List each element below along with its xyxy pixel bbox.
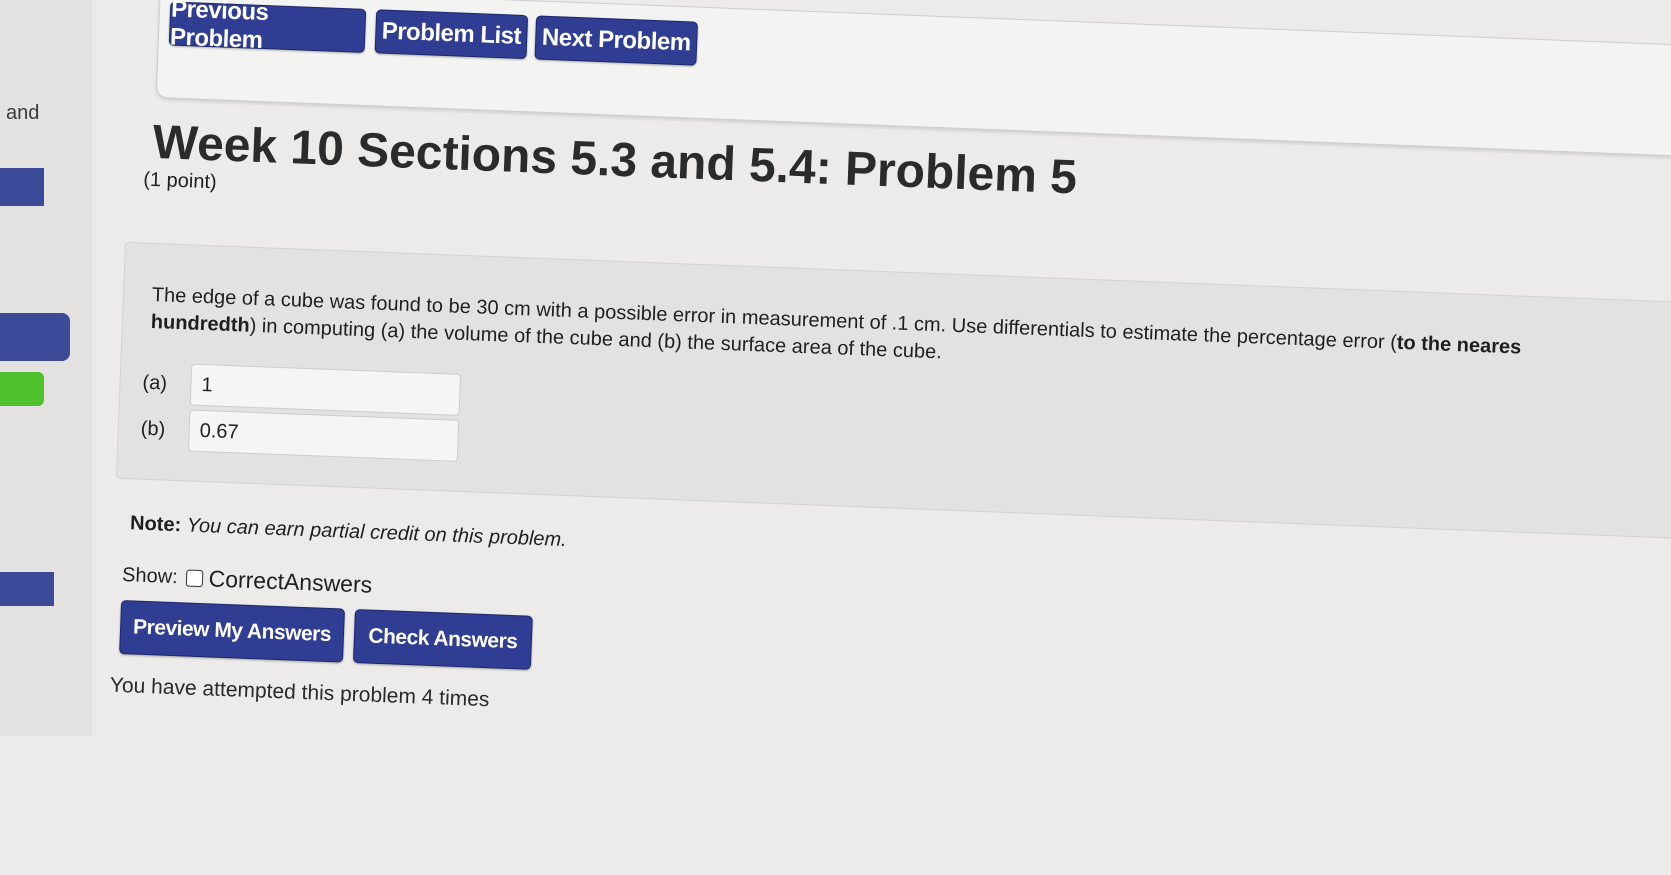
problem-content: Week 10 Sections 5.3 and 5.4: Problem 5 …: [103, 110, 1671, 875]
problem-text-bold: to the neares: [1396, 331, 1522, 359]
check-answers-button[interactable]: Check Answers: [352, 609, 533, 670]
answer-row-b: (b): [140, 408, 460, 462]
note-text: You can earn partial credit on this prob…: [186, 514, 568, 552]
answer-row-a: (a): [142, 362, 462, 416]
left-sidebar: and: [0, 0, 92, 736]
partial-credit-note: Note: You can earn partial credit on thi…: [130, 512, 567, 552]
sidebar-item[interactable]: [0, 313, 70, 361]
problem-text-bold: hundredth: [150, 310, 251, 337]
page-title: Week 10 Sections 5.3 and 5.4: Problem 5: [151, 115, 1078, 205]
show-options: Show: CorrectAnswers: [122, 562, 373, 599]
show-label: Show:: [121, 564, 179, 589]
problem-list-button[interactable]: Problem List: [374, 9, 529, 60]
previous-problem-button[interactable]: Previous Problem: [168, 0, 367, 54]
answer-input-a[interactable]: [189, 363, 462, 416]
problem-box: The edge of a cube was found to be 30 cm…: [115, 241, 1671, 542]
sidebar-status-indicator: [0, 372, 44, 406]
sidebar-item[interactable]: [0, 168, 44, 206]
correct-answers-checkbox[interactable]: [185, 569, 203, 588]
preview-answers-button[interactable]: Preview My Answers: [119, 600, 346, 663]
answer-input-b[interactable]: [187, 409, 460, 462]
next-problem-button[interactable]: Next Problem: [534, 15, 699, 66]
answer-label-a: (a): [142, 371, 168, 395]
correct-answers-label[interactable]: CorrectAnswers: [208, 565, 372, 598]
note-label: Note:: [129, 512, 182, 537]
answer-label-b: (b): [140, 417, 166, 441]
problem-points: (1 point): [142, 168, 218, 194]
sidebar-partial-text: and: [6, 102, 40, 124]
attempts-status: You have attempted this problem 4 times: [109, 673, 490, 712]
sidebar-item[interactable]: [0, 572, 54, 606]
